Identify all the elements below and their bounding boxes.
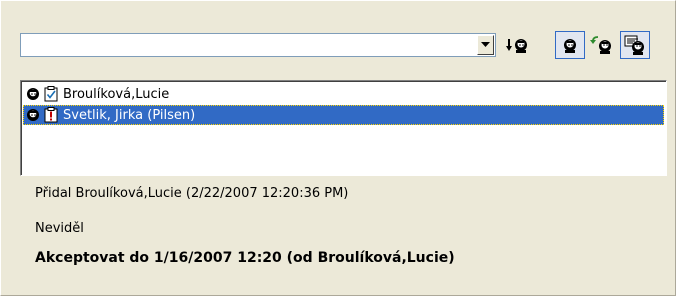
recipient-list[interactable]: Broulíková,Lucie Svetlik, Jirka (Pilsen) [20, 80, 667, 176]
user-reply-button[interactable] [587, 31, 617, 59]
recipient-combo-input[interactable] [24, 37, 464, 53]
added-by-text: Přidal Broulíková,Lucie (2/22/2007 12:20… [35, 186, 349, 201]
user-forward-icon [624, 35, 644, 55]
list-item-label: Broulíková,Lucie [63, 86, 170, 102]
list-item-selected[interactable]: Svetlik, Jirka (Pilsen) [23, 105, 664, 125]
add-user-icon [506, 39, 527, 53]
user-view-button[interactable] [555, 31, 585, 59]
user-reply-icon [590, 36, 611, 54]
chevron-down-icon [481, 42, 490, 47]
add-user-button[interactable] [502, 31, 534, 59]
user-view-icon [564, 39, 576, 53]
user-forward-button[interactable] [620, 31, 650, 59]
list-item[interactable]: Broulíková,Lucie [23, 84, 664, 104]
checked-status-icon [43, 86, 59, 102]
recipient-combobox[interactable] [20, 33, 496, 57]
combo-dropdown-button[interactable] [477, 35, 494, 55]
user-icon [25, 86, 41, 102]
user-icon [25, 107, 41, 123]
seen-status-text: Neviděl [35, 221, 84, 236]
important-status-icon [43, 107, 59, 123]
accept-deadline-text: Akceptovat do 1/16/2007 12:20 (od Broulí… [35, 250, 455, 266]
list-item-label: Svetlik, Jirka (Pilsen) [63, 107, 196, 123]
